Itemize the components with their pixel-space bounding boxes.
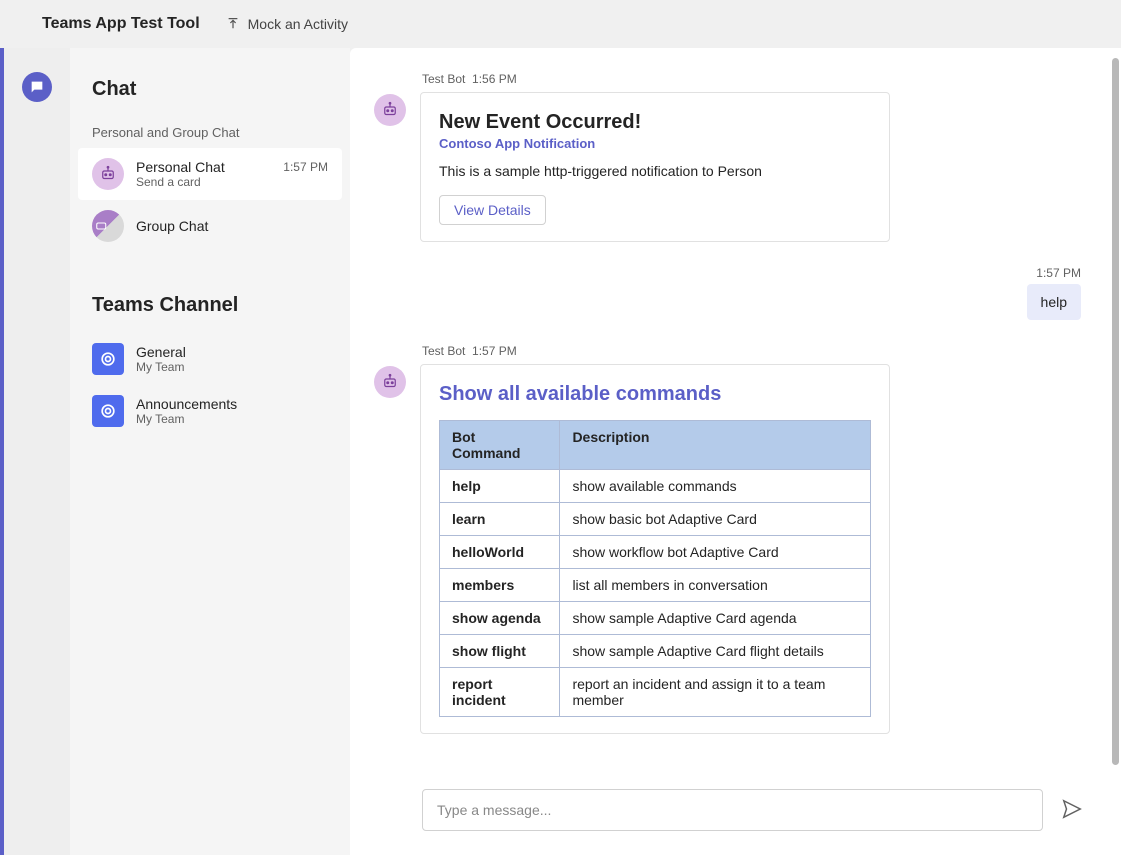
channel-avatar-icon <box>92 343 124 375</box>
commands-table: Bot Command Description helpshow availab… <box>439 420 871 717</box>
chat-rail-icon[interactable] <box>22 72 52 102</box>
bot-message: Test Bot 1:57 PM Show all available comm… <box>374 344 1087 734</box>
sidebar-item-name: Announcements <box>136 396 328 412</box>
bot-avatar-icon <box>92 158 124 190</box>
sidebar: Chat Personal and Group Chat Personal Ch… <box>70 48 350 855</box>
main: Chat Personal and Group Chat Personal Ch… <box>0 48 1121 855</box>
send-icon <box>1061 798 1083 820</box>
mock-activity-button[interactable]: Mock an Activity <box>226 16 348 33</box>
message-time: 1:56 PM <box>472 72 517 86</box>
sidebar-item-sub: My Team <box>136 412 328 426</box>
left-rail <box>0 48 70 855</box>
messages: Test Bot 1:56 PM New Event Occurred! Con… <box>350 48 1121 779</box>
sidebar-item-name: General <box>136 344 328 360</box>
cell-description: show basic bot Adaptive Card <box>560 503 871 536</box>
cell-description: report an incident and assign it to a te… <box>560 668 871 717</box>
card-title: New Event Occurred! <box>439 111 871 134</box>
mock-activity-label: Mock an Activity <box>248 16 348 32</box>
card-body: This is a sample http-triggered notifica… <box>439 163 871 179</box>
group-avatar-icon <box>92 210 124 242</box>
cell-description: list all members in conversation <box>560 569 871 602</box>
channel-list: General My Team Announcements My Team <box>70 333 350 437</box>
sidebar-item-announcements[interactable]: Announcements My Team <box>78 385 342 437</box>
sidebar-item-text: Personal Chat Send a card <box>136 159 271 189</box>
send-button[interactable] <box>1057 794 1087 827</box>
message-input[interactable] <box>422 789 1043 831</box>
user-message: 1:57 PM help <box>374 266 1087 320</box>
view-details-button[interactable]: View Details <box>439 195 546 225</box>
topbar: Teams App Test Tool Mock an Activity <box>0 0 1121 48</box>
upload-icon <box>226 16 240 33</box>
cell-command: members <box>440 569 560 602</box>
table-row: helloWorldshow workflow bot Adaptive Car… <box>440 536 871 569</box>
cell-description: show sample Adaptive Card agenda <box>560 602 871 635</box>
chat-section-title: Chat <box>70 70 350 117</box>
adaptive-card: Show all available commands Bot Command … <box>420 364 890 734</box>
col-header-command: Bot Command <box>440 421 560 470</box>
sidebar-item-text: Announcements My Team <box>136 396 328 426</box>
table-header-row: Bot Command Description <box>440 421 871 470</box>
cell-command: helloWorld <box>440 536 560 569</box>
bot-message: Test Bot 1:56 PM New Event Occurred! Con… <box>374 72 1087 242</box>
table-row: memberslist all members in conversation <box>440 569 871 602</box>
table-row: show agendashow sample Adaptive Card age… <box>440 602 871 635</box>
cell-command: learn <box>440 503 560 536</box>
sidebar-item-text: General My Team <box>136 344 328 374</box>
table-row: learnshow basic bot Adaptive Card <box>440 503 871 536</box>
card-subtitle: Contoso App Notification <box>439 136 871 151</box>
cell-command: report incident <box>440 668 560 717</box>
app-title: Teams App Test Tool <box>20 15 200 33</box>
sidebar-item-text: Group Chat <box>136 218 328 234</box>
sender-name: Test Bot <box>422 344 465 358</box>
cell-description: show workflow bot Adaptive Card <box>560 536 871 569</box>
table-row: helpshow available commands <box>440 470 871 503</box>
sidebar-item-name: Group Chat <box>136 218 328 234</box>
sidebar-item-group-chat[interactable]: Group Chat <box>78 200 342 252</box>
message-header: Test Bot 1:56 PM <box>422 72 1087 86</box>
message-header: Test Bot 1:57 PM <box>422 344 1087 358</box>
cell-description: show available commands <box>560 470 871 503</box>
chat-subheader: Personal and Group Chat <box>70 117 350 148</box>
card-title: Show all available commands <box>439 383 871 406</box>
table-row: show flightshow sample Adaptive Card fli… <box>440 635 871 668</box>
sidebar-item-personal-chat[interactable]: Personal Chat Send a card 1:57 PM <box>78 148 342 200</box>
message-time: 1:57 PM <box>1036 266 1081 280</box>
composer <box>350 779 1121 855</box>
sidebar-item-name: Personal Chat <box>136 159 271 175</box>
message-time: 1:57 PM <box>472 344 517 358</box>
chat-list: Personal Chat Send a card 1:57 PM Group … <box>70 148 350 252</box>
cell-command: show flight <box>440 635 560 668</box>
cell-command: help <box>440 470 560 503</box>
col-header-description: Description <box>560 421 871 470</box>
sidebar-item-general[interactable]: General My Team <box>78 333 342 385</box>
table-row: report incidentreport an incident and as… <box>440 668 871 717</box>
sidebar-item-sub: Send a card <box>136 175 271 189</box>
cell-description: show sample Adaptive Card flight details <box>560 635 871 668</box>
scrollbar[interactable] <box>1112 58 1119 765</box>
sender-name: Test Bot <box>422 72 465 86</box>
user-bubble: help <box>1027 284 1081 320</box>
sidebar-item-time: 1:57 PM <box>283 160 328 174</box>
content: Test Bot 1:56 PM New Event Occurred! Con… <box>350 48 1121 855</box>
adaptive-card: New Event Occurred! Contoso App Notifica… <box>420 92 890 242</box>
cell-command: show agenda <box>440 602 560 635</box>
channel-section-title: Teams Channel <box>70 286 350 333</box>
sidebar-item-sub: My Team <box>136 360 328 374</box>
bot-avatar-icon <box>374 366 406 398</box>
bot-avatar-icon <box>374 94 406 126</box>
channel-avatar-icon <box>92 395 124 427</box>
